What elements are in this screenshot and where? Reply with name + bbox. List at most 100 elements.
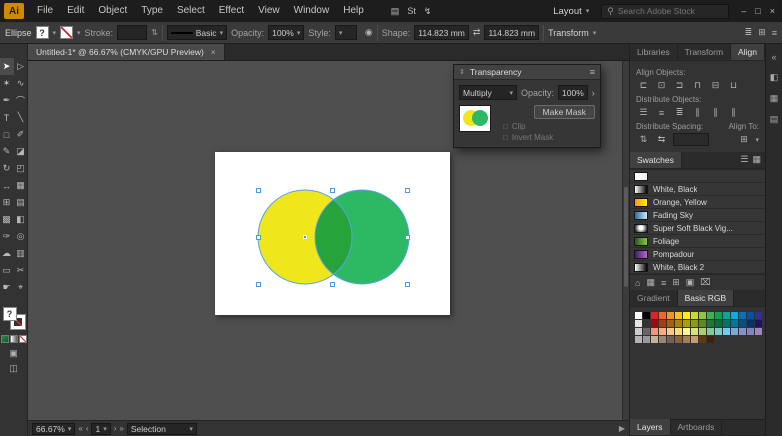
zoom-level-select[interactable]: 66.67% ▾	[32, 423, 75, 435]
fill-stroke-proxy[interactable]: ?	[2, 306, 26, 330]
transform-dropdown[interactable]: Transform	[548, 28, 589, 38]
color-swatch[interactable]	[651, 320, 658, 327]
color-swatch[interactable]	[699, 312, 706, 319]
opacity-stepper-icon[interactable]: ›	[592, 88, 595, 98]
color-swatch[interactable]	[659, 336, 666, 343]
minimize-button[interactable]: –	[741, 6, 746, 16]
color-swatch[interactable]	[635, 320, 642, 327]
menu-view[interactable]: View	[251, 0, 287, 22]
magic-wand-tool[interactable]: ✶	[0, 75, 14, 92]
color-swatch[interactable]	[699, 328, 706, 335]
delete-swatch-icon[interactable]: ⌧	[700, 277, 710, 288]
stroke-chevron-icon[interactable]: ▾	[77, 29, 81, 37]
menu-window[interactable]: Window	[287, 0, 337, 22]
line-segment-tool[interactable]: ╲	[14, 109, 28, 126]
selection-tool[interactable]: ➤	[0, 58, 14, 75]
vertical-distribute-center-icon[interactable]: ≡	[654, 106, 669, 119]
color-swatch[interactable]	[707, 320, 714, 327]
transparency-panel[interactable]: ⇕ Transparency ≡ Multiply ▾ Opacity:	[453, 64, 601, 148]
search-box[interactable]: ⚲	[601, 4, 729, 19]
color-panel-icon[interactable]: ◧	[770, 72, 779, 83]
tab-artboards[interactable]: Artboards	[671, 419, 723, 435]
color-swatch[interactable]	[683, 320, 690, 327]
transform-chevron-icon[interactable]: ▾	[593, 29, 597, 37]
color-swatch[interactable]	[691, 320, 698, 327]
color-swatch[interactable]	[691, 312, 698, 319]
color-swatch[interactable]	[747, 328, 754, 335]
color-swatch[interactable]	[659, 328, 666, 335]
next-artboard-icon[interactable]: ›	[114, 424, 117, 433]
swatch-item[interactable]: Pompadour	[630, 248, 765, 261]
shape-builder-tool[interactable]: ⊞	[0, 194, 14, 211]
menu-object[interactable]: Object	[91, 0, 134, 22]
previous-artboard-icon[interactable]: ‹	[86, 424, 89, 433]
color-swatch[interactable]	[651, 328, 658, 335]
status-display[interactable]: Selection ▾	[127, 423, 197, 435]
panel-collapse-icon[interactable]: ⇕	[459, 68, 465, 76]
swatch-item[interactable]: Super Soft Black Vig...	[630, 222, 765, 235]
menu-type[interactable]: Type	[134, 0, 170, 22]
color-button[interactable]	[1, 335, 9, 343]
selection-handle-top-left[interactable]	[256, 188, 261, 193]
vertical-align-center-icon[interactable]: ⊟	[708, 79, 723, 92]
search-input[interactable]	[618, 6, 718, 16]
color-swatch[interactable]	[667, 320, 674, 327]
link-dimensions-icon[interactable]: ⇄	[473, 27, 481, 38]
color-swatch[interactable]	[675, 336, 682, 343]
horizontal-align-left-icon[interactable]: ⊏	[636, 79, 651, 92]
color-swatch[interactable]	[747, 320, 754, 327]
new-color-group-icon[interactable]: ⊞	[672, 277, 680, 288]
color-swatch[interactable]	[635, 336, 642, 343]
color-swatch[interactable]	[747, 312, 754, 319]
color-swatch[interactable]	[739, 320, 746, 327]
rotate-tool[interactable]: ↻	[0, 160, 14, 177]
horizontal-distribute-center-icon[interactable]: ∥	[708, 106, 723, 119]
transparency-opacity-field[interactable]: 100%	[558, 85, 588, 100]
panel-menu-icon[interactable]: ≡	[590, 67, 595, 77]
color-guide-panel-icon[interactable]: ▦	[770, 93, 779, 104]
color-swatch[interactable]	[755, 328, 762, 335]
color-swatch[interactable]	[683, 336, 690, 343]
clip-checkbox[interactable]: □ Clip	[503, 122, 526, 131]
swatch-libraries-icon[interactable]: ⌂	[635, 278, 640, 288]
tab-gradient[interactable]: Gradient	[630, 290, 678, 306]
color-swatch[interactable]	[667, 312, 674, 319]
tab-layers[interactable]: Layers	[630, 419, 671, 435]
selection-handle-top-right[interactable]	[405, 188, 410, 193]
width-tool[interactable]: ↔	[0, 177, 14, 194]
symbol-sprayer-tool[interactable]: ☁	[0, 245, 14, 262]
horizontal-align-right-icon[interactable]: ⊐	[672, 79, 687, 92]
expand-panels-icon[interactable]: «	[771, 52, 776, 62]
curvature-tool[interactable]: ⌒	[14, 92, 28, 109]
swatch-item[interactable]: Foliage	[630, 235, 765, 248]
maximize-button[interactable]: □	[755, 6, 760, 16]
stroke-weight-stepper[interactable]: ⇅	[151, 28, 158, 37]
artboard-number-field[interactable]: 1 ▾	[91, 423, 110, 435]
color-swatch[interactable]	[659, 320, 666, 327]
dock-menu-icon[interactable]: ≡	[772, 27, 777, 38]
color-swatch[interactable]	[755, 320, 762, 327]
hand-tool[interactable]: ☛	[0, 279, 14, 296]
app-logo[interactable]: Ai	[4, 3, 24, 19]
color-swatch[interactable]	[651, 312, 658, 319]
workspace-switcher[interactable]: Layout ▾	[553, 6, 589, 17]
color-swatch[interactable]	[707, 336, 714, 343]
color-swatch[interactable]	[675, 312, 682, 319]
color-swatch[interactable]	[739, 312, 746, 319]
menu-select[interactable]: Select	[170, 0, 212, 22]
style-select[interactable]: ▾	[335, 25, 357, 40]
vertical-align-bottom-icon[interactable]: ⊔	[726, 79, 741, 92]
color-swatch[interactable]	[667, 336, 674, 343]
color-swatch[interactable]	[643, 312, 650, 319]
selection-handle-bottom-left[interactable]	[256, 282, 261, 287]
swatch-item[interactable]: White, Black	[630, 183, 765, 196]
selection-handle-bottom-center[interactable]	[330, 282, 335, 287]
swatch-item[interactable]: Fading Sky	[630, 209, 765, 222]
color-swatch[interactable]	[755, 312, 762, 319]
tab-swatches[interactable]: Swatches	[630, 152, 682, 168]
gpu-performance-icon[interactable]: ↯	[424, 6, 432, 17]
close-tab-icon[interactable]: ×	[211, 48, 216, 57]
artwork[interactable]	[215, 152, 450, 315]
selection-handle-bottom-right[interactable]	[405, 282, 410, 287]
lasso-tool[interactable]: ∿	[14, 75, 28, 92]
